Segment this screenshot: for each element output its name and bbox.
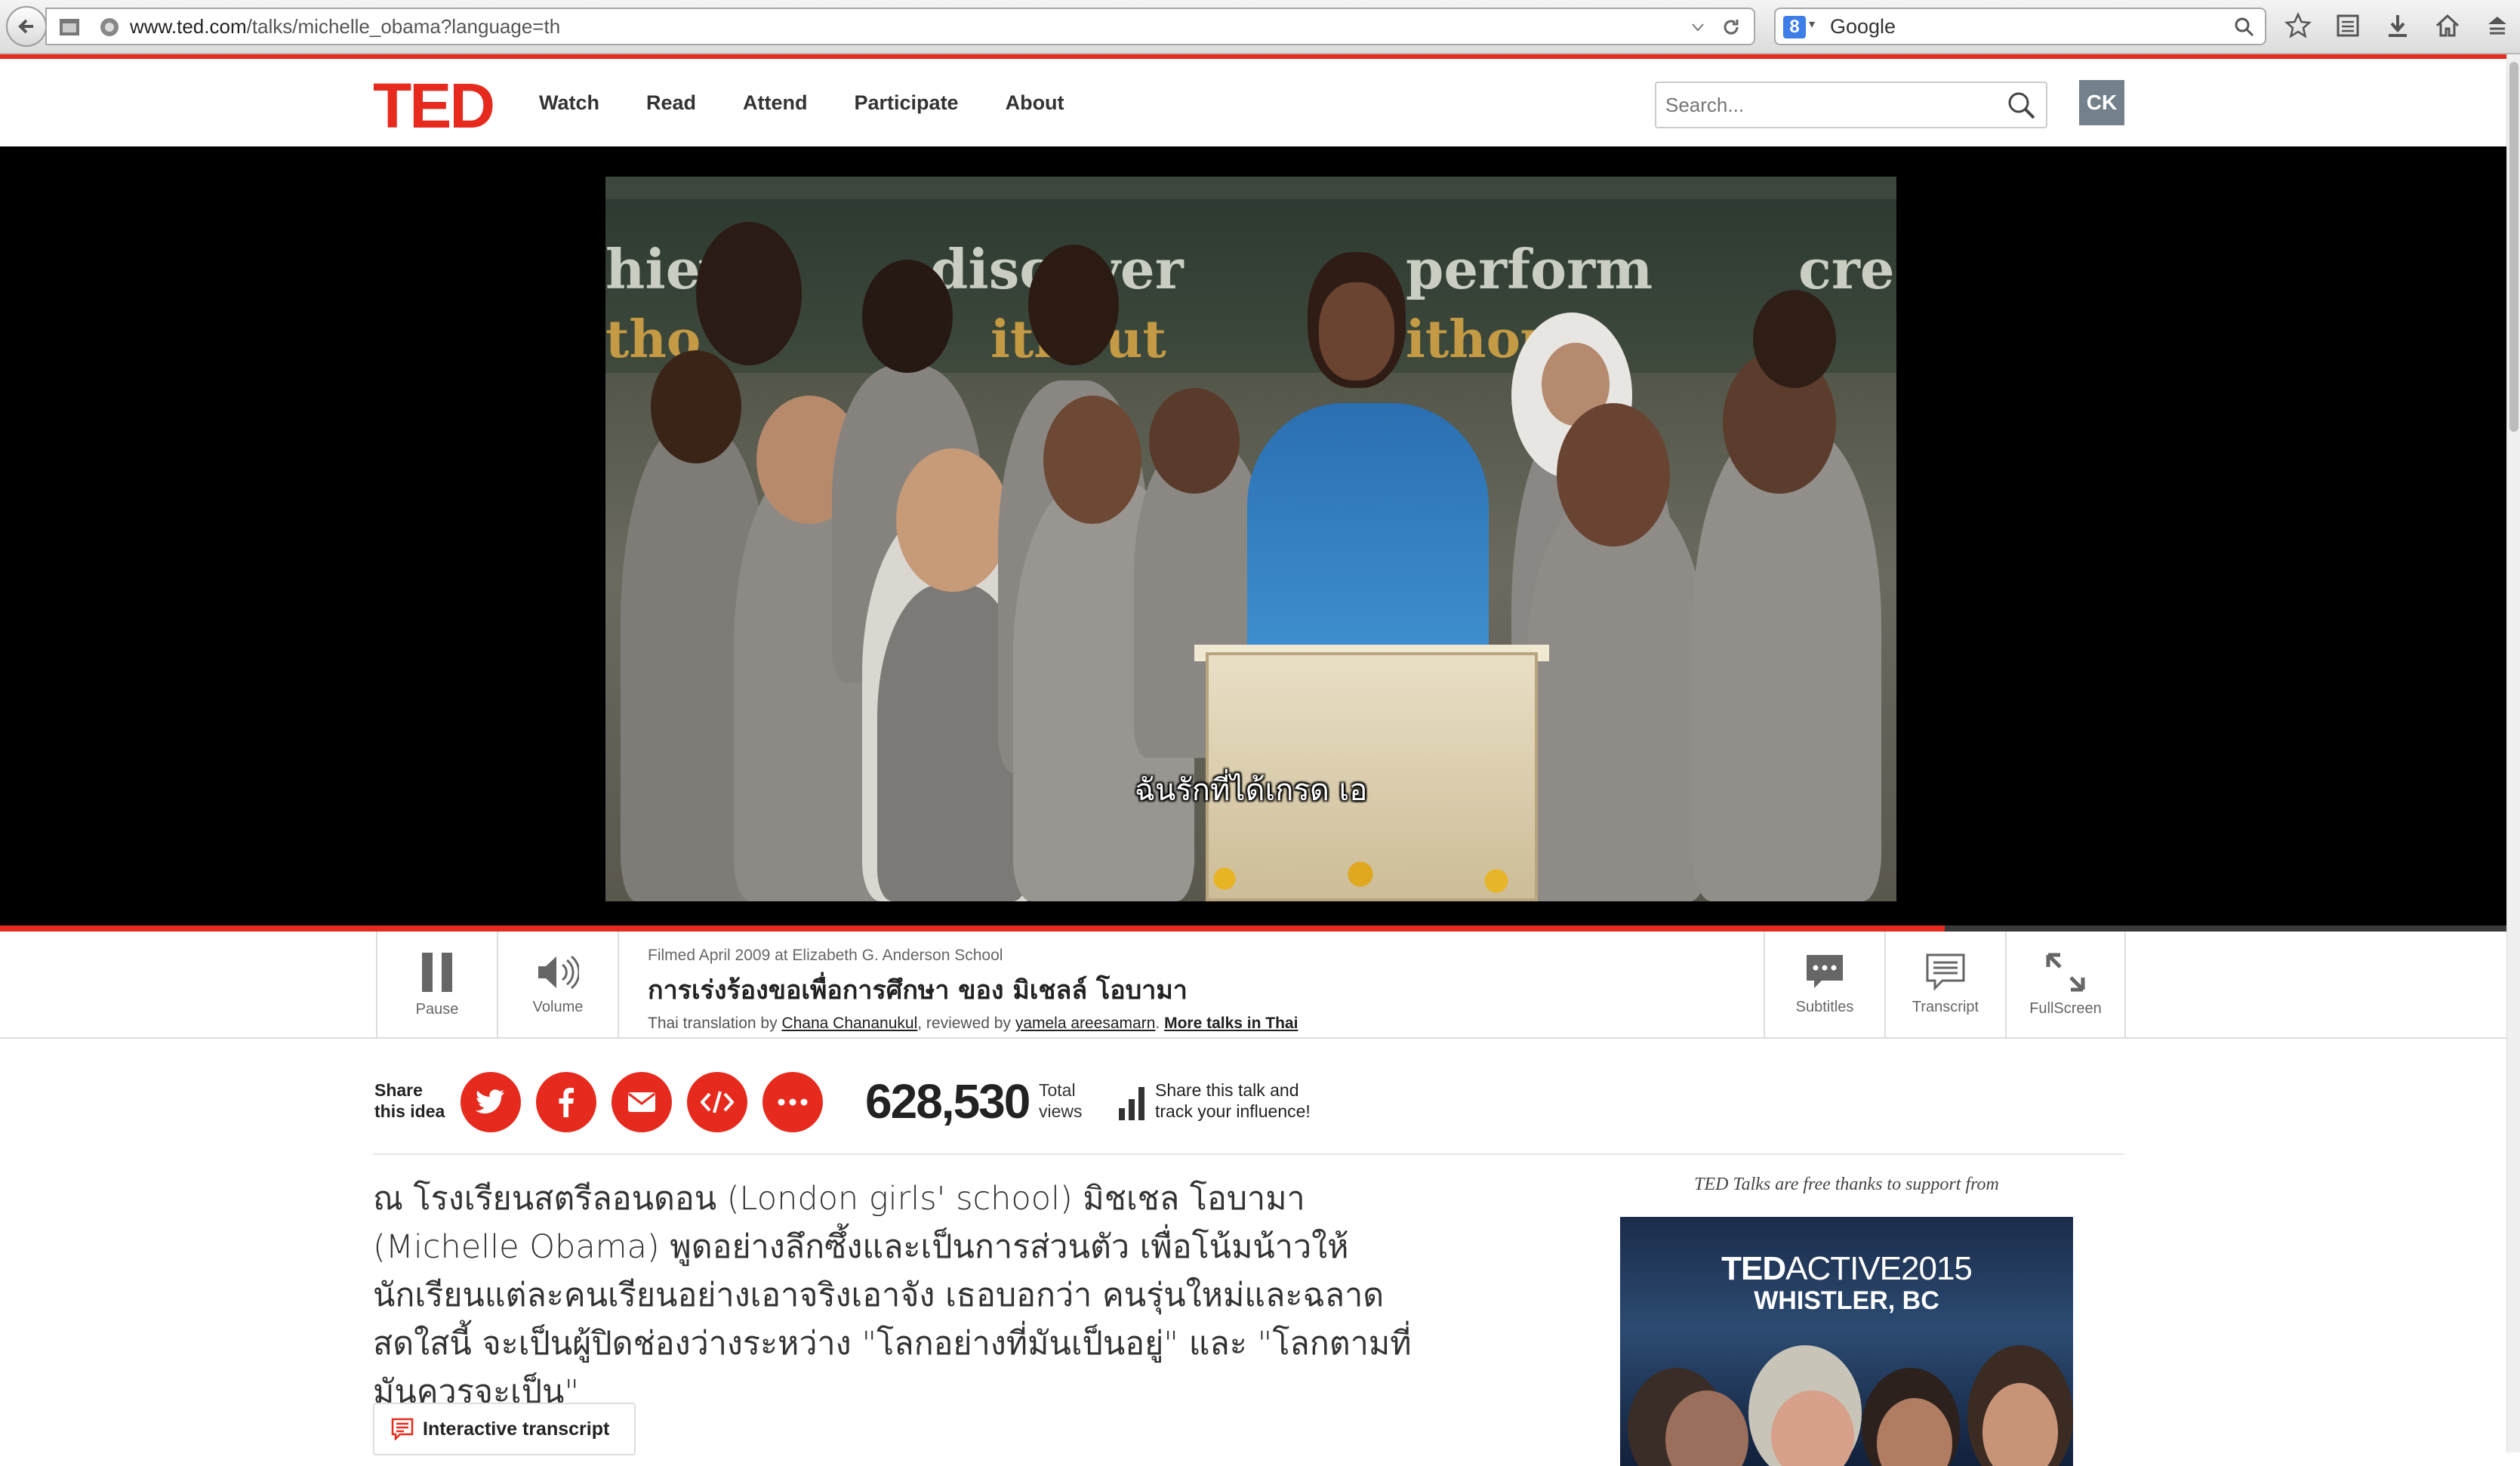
bookmark-star-icon[interactable] <box>2281 9 2315 42</box>
back-button[interactable] <box>6 6 47 47</box>
facebook-icon <box>559 1088 574 1117</box>
fullscreen-label: FullScreen <box>2029 999 2102 1017</box>
page-scrollbar[interactable] <box>2506 54 2520 1452</box>
volume-button[interactable]: Volume <box>497 932 618 1037</box>
banner-word: perform <box>1406 237 1653 301</box>
pause-icon <box>422 952 452 992</box>
url-path: /talks/michelle_obama?language=th <box>246 15 561 38</box>
more-talks-link[interactable]: More talks in Thai <box>1164 1015 1298 1032</box>
chevron-down-icon[interactable] <box>1690 20 1705 35</box>
player-controls: Pause Volume Filmed April 2009 at Elizab… <box>0 932 2506 1039</box>
search-icon[interactable] <box>2007 91 2037 121</box>
sponsor-note: TED Talks are free thanks to support fro… <box>1694 1175 1999 1194</box>
transcript-icon <box>391 1418 414 1440</box>
track-influence-link[interactable]: Share this talk and track your influence! <box>1155 1079 1311 1122</box>
scrollbar-thumb[interactable] <box>2509 62 2518 432</box>
fullscreen-button[interactable]: FullScreen <box>2005 932 2126 1037</box>
video-progress-bar[interactable] <box>0 925 2506 932</box>
views-label: Total views <box>1039 1080 1083 1121</box>
search-icon[interactable] <box>2233 16 2256 38</box>
transcript-label: Transcript <box>1912 998 1979 1015</box>
banner-word: cre <box>1798 237 1895 301</box>
subtitles-icon <box>1807 954 1843 988</box>
url-text[interactable]: www.ted.com/talks/michelle_obama?languag… <box>130 9 560 44</box>
subtitles-button[interactable]: Subtitles <box>1764 932 1884 1037</box>
view-count: 628,530 <box>865 1074 1030 1129</box>
address-bar[interactable]: www.ted.com/talks/michelle_obama?languag… <box>45 8 1755 45</box>
share-twitter-button[interactable] <box>461 1072 521 1132</box>
ted-logo[interactable]: TED <box>373 74 495 137</box>
nav-attend[interactable]: Attend <box>743 91 807 115</box>
video-subtitle: ฉันรักที่ได้เกรด เอ <box>1134 773 1368 808</box>
engine-dropdown-icon[interactable]: ▾ <box>1809 17 1815 32</box>
twitter-icon <box>476 1089 504 1113</box>
bar-chart-icon[interactable] <box>1119 1084 1144 1120</box>
back-arrow-icon <box>18 19 33 34</box>
google-icon: 8 <box>1783 16 1806 38</box>
fullscreen-icon <box>2046 953 2085 991</box>
sponsor-ad[interactable]: TEDACTIVE2015 WHISTLER, BC <box>1620 1217 2073 1466</box>
browser-search-bar[interactable]: 8 ▾ Google <box>1774 8 2266 45</box>
ad-title: TEDACTIVE2015 <box>1721 1250 1973 1287</box>
bookmarks-list-icon[interactable] <box>2331 9 2364 42</box>
email-icon <box>628 1092 655 1112</box>
volume-icon <box>538 955 579 989</box>
menu-icon[interactable] <box>2481 9 2514 42</box>
site-search-input[interactable] <box>1664 88 1981 122</box>
nav-watch[interactable]: Watch <box>539 91 599 115</box>
talk-info: Filmed April 2009 at Elizabeth G. Anders… <box>648 947 1742 1033</box>
site-search-box <box>1655 82 2047 128</box>
interactive-transcript-button[interactable]: Interactive transcript <box>373 1403 636 1455</box>
site-header: TED Watch Read Attend Participate About … <box>0 59 2506 146</box>
share-row: Share this idea 628,530 Total views Share … <box>373 1070 2124 1134</box>
embed-code-icon <box>701 1091 734 1113</box>
section-divider <box>373 1153 2124 1155</box>
browser-toolbar: www.ted.com/talks/michelle_obama?languag… <box>0 0 2520 54</box>
page-icon <box>60 19 79 35</box>
reviewer-link[interactable]: yamela areesamarn <box>1015 1015 1156 1032</box>
globe-icon <box>100 18 119 36</box>
subtitles-label: Subtitles <box>1795 998 1854 1015</box>
search-engine-name: Google <box>1830 15 1896 38</box>
share-facebook-button[interactable] <box>536 1072 596 1132</box>
transcript-button[interactable]: Transcript <box>1884 932 2005 1037</box>
video-progress-fill <box>0 925 1945 932</box>
user-avatar[interactable]: CK <box>2079 80 2124 125</box>
talk-title: การเร่งร้องขอเพื่อการศึกษา ของ มิเชลล์ โ… <box>648 975 1188 1006</box>
ad-location: WHISTLER, BC <box>1754 1286 1939 1315</box>
video-player[interactable]: hiev discover perform cre tho ithout ith… <box>0 146 2506 925</box>
pause-button[interactable]: Pause <box>376 932 497 1037</box>
browser-toolbar-icons <box>2281 9 2514 42</box>
talk-description: ณ โรงเรียนสตรีลอนดอน (London girls' scho… <box>373 1180 1412 1411</box>
main-nav: Watch Read Attend Participate About <box>539 59 1064 146</box>
share-email-button[interactable] <box>612 1072 672 1132</box>
volume-label: Volume <box>532 998 584 1015</box>
interactive-transcript-label: Interactive transcript <box>423 1418 610 1440</box>
url-host: www.ted.com <box>130 15 247 38</box>
translation-credits: Thai translation by Chana Chananukul, re… <box>648 1015 1299 1032</box>
share-more-button[interactable] <box>762 1072 823 1132</box>
more-dots-icon <box>778 1098 808 1106</box>
home-icon[interactable] <box>2431 9 2464 42</box>
nav-about[interactable]: About <box>1006 91 1064 115</box>
nav-read[interactable]: Read <box>646 91 696 115</box>
transcript-icon <box>1926 953 1965 991</box>
pause-label: Pause <box>415 1000 459 1018</box>
translator-link[interactable]: Chana Chananukul <box>781 1015 917 1032</box>
nav-participate[interactable]: Participate <box>855 91 959 115</box>
filmed-info: Filmed April 2009 at Elizabeth G. Anders… <box>648 947 1003 964</box>
speaker <box>1247 403 1489 660</box>
share-embed-button[interactable] <box>687 1072 747 1132</box>
share-label: Share this idea <box>374 1080 445 1121</box>
download-icon[interactable] <box>2381 9 2414 42</box>
video-frame[interactable]: hiev discover perform cre tho ithout ith… <box>605 177 1896 901</box>
reload-icon[interactable] <box>1721 17 1742 38</box>
